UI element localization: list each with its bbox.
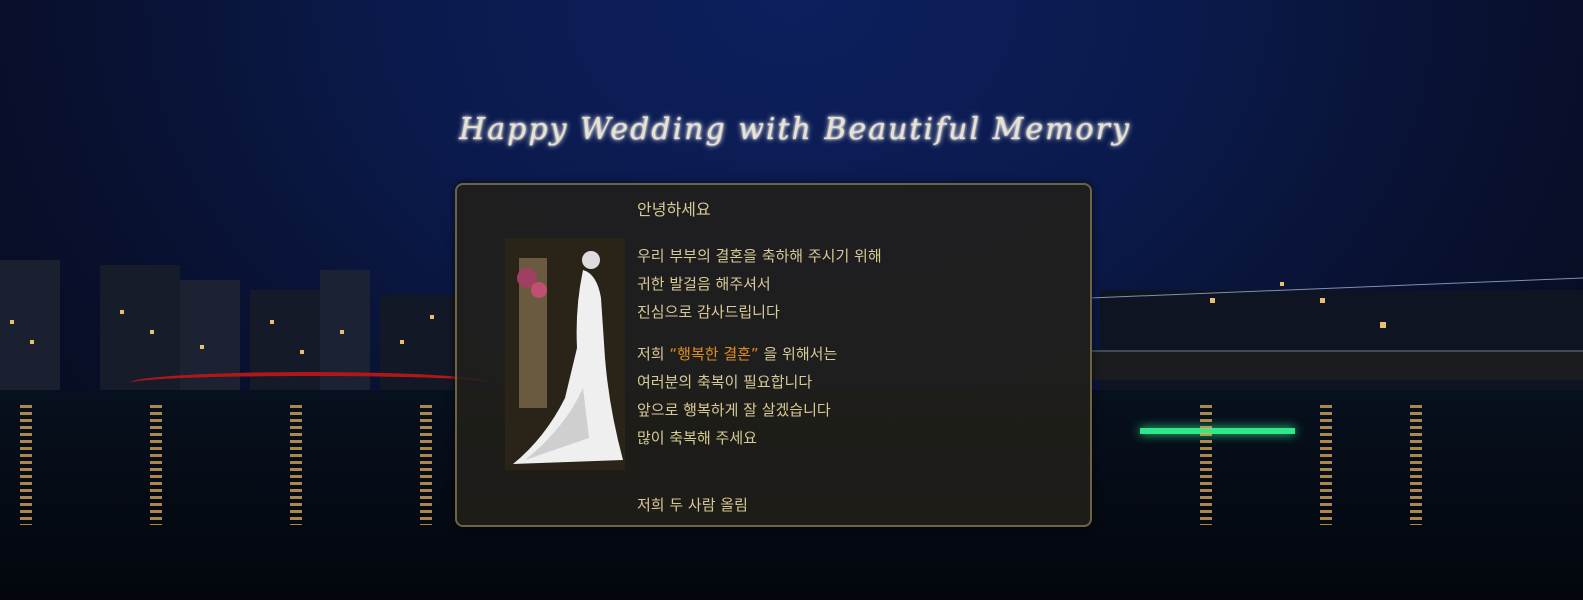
message-line: 많이 축복해 주세요 bbox=[637, 429, 757, 447]
highlight-line: 저희 “행복한 결혼” 을 위해서는 bbox=[637, 340, 1077, 368]
message-line: 귀한 발걸음 해주셔서 bbox=[637, 275, 771, 293]
light-reflection bbox=[1200, 405, 1212, 525]
boat-lights bbox=[1140, 428, 1295, 434]
invitation-text: 안녕하세요 우리 부부의 결혼을 축하해 주시기 위해 귀한 발걸음 해주셔서 … bbox=[637, 196, 1077, 452]
light-reflection bbox=[20, 405, 32, 525]
closing-signature: 저희 두 사람 올림 bbox=[637, 496, 748, 514]
light-reflection bbox=[1320, 405, 1332, 525]
light-reflection bbox=[150, 405, 162, 525]
light-reflection bbox=[420, 405, 432, 525]
bride-image bbox=[505, 238, 625, 470]
highlight-after: 을 위해서는 bbox=[763, 345, 838, 363]
page-title: Happy Wedding with Beautiful Memory bbox=[459, 112, 1131, 147]
message-line: 진심으로 감사드립니다 bbox=[637, 303, 780, 321]
highlight-before: 저희 bbox=[637, 345, 665, 363]
red-bridge bbox=[130, 372, 490, 394]
light-reflection bbox=[290, 405, 302, 525]
light-reflection bbox=[1410, 405, 1422, 525]
highlight-phrase: “행복한 결혼” bbox=[669, 345, 759, 363]
message-line: 우리 부부의 결혼을 축하해 주시기 위해 bbox=[637, 247, 882, 265]
message-line: 여러분의 축복이 필요합니다 bbox=[637, 373, 813, 391]
message-line: 앞으로 행복하게 잘 살겠습니다 bbox=[637, 401, 831, 419]
dark-bridge bbox=[1090, 350, 1583, 380]
greeting: 안녕하세요 bbox=[637, 200, 711, 219]
